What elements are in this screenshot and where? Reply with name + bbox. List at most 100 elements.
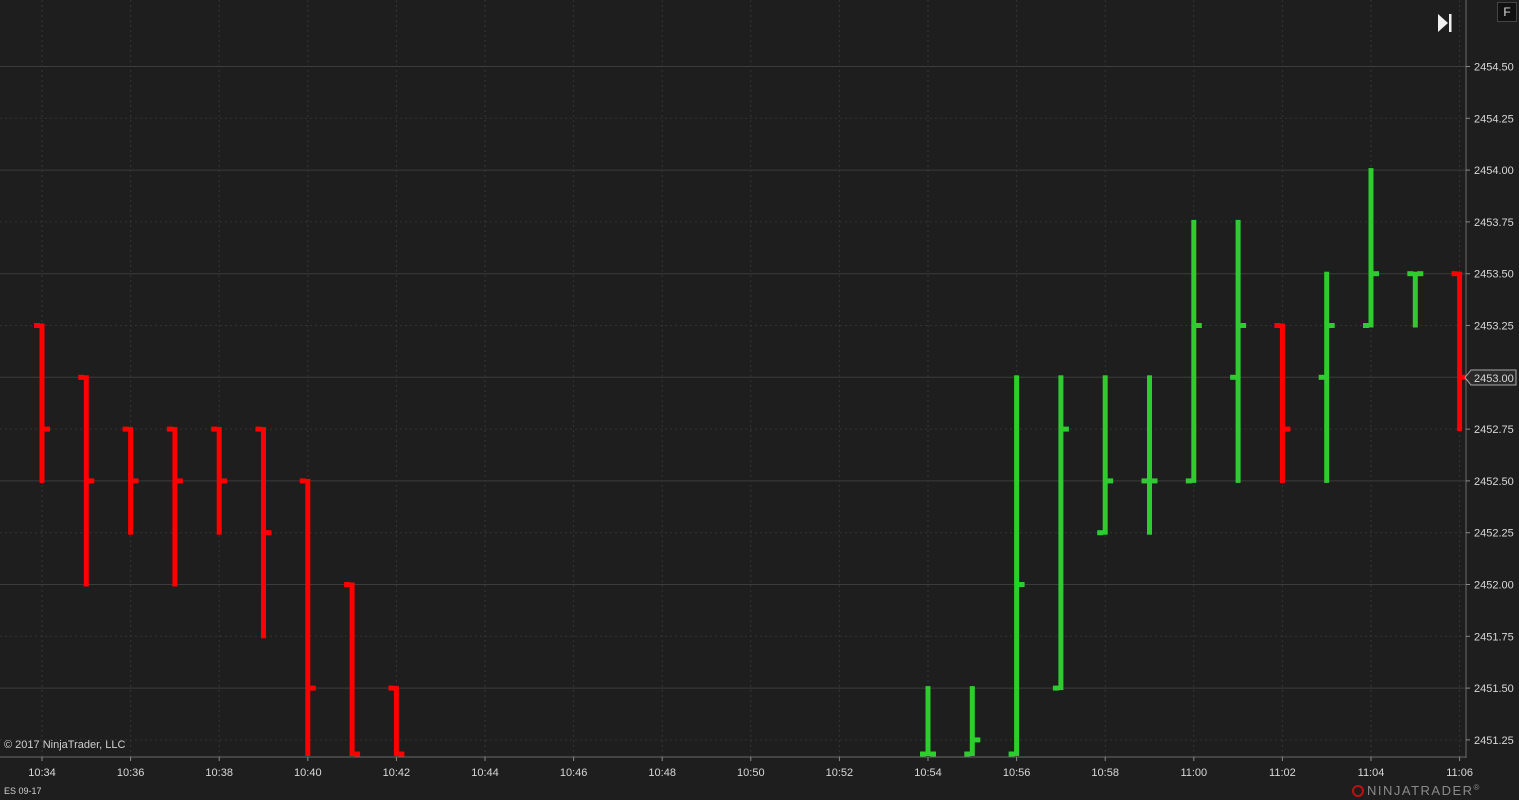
bar-range xyxy=(128,427,134,535)
bar-open-tick xyxy=(1141,478,1148,484)
time-tick-label: 11:02 xyxy=(1269,767,1296,779)
time-tick-label: 10:54 xyxy=(914,767,942,779)
bar-range xyxy=(1279,323,1285,483)
bar-close-tick xyxy=(1151,478,1158,484)
price-tick-label: 2454.25 xyxy=(1474,113,1514,125)
bar-range xyxy=(1324,271,1330,483)
bar-open-tick xyxy=(1318,374,1325,380)
bar-range xyxy=(1368,168,1374,328)
bar-close-tick xyxy=(1107,478,1114,484)
price-axis[interactable]: 2454.50 2454.25 2454.00 2453.75 2453.50 2453.… xyxy=(1466,62,1514,747)
price-tick-label: 2453.25 xyxy=(1474,321,1514,333)
price-bar xyxy=(255,426,272,639)
bar-range xyxy=(39,323,45,483)
time-tick-label: 10:34 xyxy=(28,767,56,779)
bar-close-tick xyxy=(1284,426,1291,432)
price-tick-label: 2452.25 xyxy=(1474,528,1514,540)
price-bar xyxy=(344,582,361,757)
time-tick-label: 10:58 xyxy=(1091,767,1119,779)
price-bar xyxy=(1274,323,1291,483)
scroll-to-end-button[interactable] xyxy=(1436,12,1454,34)
price-bar xyxy=(964,686,981,757)
price-bar xyxy=(1141,375,1158,535)
price-chart[interactable]: 2454.50 2454.25 2454.00 2453.75 2453.50 2453.… xyxy=(0,0,1519,800)
price-bar xyxy=(1008,375,1025,757)
bar-open-tick xyxy=(1008,751,1015,757)
bar-range xyxy=(83,375,89,587)
price-bar xyxy=(299,478,316,756)
bar-close-tick xyxy=(265,530,272,536)
time-tick-label: 10:36 xyxy=(117,767,145,779)
time-tick-label: 10:40 xyxy=(294,767,322,779)
price-tick-label: 2451.25 xyxy=(1474,735,1514,747)
bar-range xyxy=(1457,271,1463,432)
bar-close-tick xyxy=(1240,323,1247,328)
time-tick-label: 11:04 xyxy=(1358,767,1385,779)
bar-close-tick xyxy=(44,426,50,432)
bar-range xyxy=(1147,375,1152,535)
bar-range xyxy=(1412,271,1418,328)
bar-range xyxy=(969,686,975,756)
bar-close-tick xyxy=(1195,323,1202,328)
price-bar xyxy=(1230,219,1247,483)
bar-open-tick xyxy=(1052,685,1059,691)
price-tick-label: 2452.50 xyxy=(1474,476,1514,488)
last-price-label: 2453.00 xyxy=(1474,373,1514,385)
bar-open-tick xyxy=(299,478,306,484)
copyright-text: © 2017 NinjaTrader, LLC xyxy=(4,739,126,751)
bar-range xyxy=(305,478,311,756)
price-tick-label: 2453.50 xyxy=(1474,269,1514,281)
price-tick-label: 2453.75 xyxy=(1474,217,1514,229)
bar-range xyxy=(216,427,222,535)
time-tick-label: 10:46 xyxy=(560,767,588,779)
bar-open-tick xyxy=(1407,271,1414,277)
instrument-label: ES 09-17 xyxy=(4,786,42,796)
skip-to-end-icon xyxy=(1438,14,1452,32)
bar-range xyxy=(393,686,399,756)
bar-close-tick xyxy=(132,478,139,484)
chart-axes xyxy=(0,0,1467,758)
bar-close-tick xyxy=(974,737,981,743)
price-bar xyxy=(1451,271,1468,432)
bar-open-tick xyxy=(255,426,262,432)
price-bar xyxy=(920,686,936,757)
chart-grid xyxy=(0,0,1466,757)
price-bar xyxy=(1407,271,1424,328)
bar-range xyxy=(1235,219,1241,483)
bar-open-tick xyxy=(1363,323,1369,328)
price-tick-label: 2452.75 xyxy=(1474,424,1514,436)
bar-close-tick xyxy=(1417,271,1424,277)
bar-close-tick xyxy=(309,685,316,691)
time-tick-label: 10:56 xyxy=(1003,767,1031,779)
price-bar xyxy=(1097,375,1114,536)
bar-close-tick xyxy=(1018,582,1025,587)
bar-range xyxy=(349,582,355,756)
time-tick-label: 10:48 xyxy=(648,767,676,779)
bar-open-tick xyxy=(166,426,173,432)
price-bar xyxy=(34,323,50,483)
bar-open-tick xyxy=(34,323,40,328)
time-tick-label: 10:50 xyxy=(737,767,765,779)
bar-range xyxy=(925,686,931,756)
brand-name: NINJATRADER xyxy=(1367,783,1474,798)
time-tick-label: 10:44 xyxy=(471,767,499,779)
price-tick-label: 2451.75 xyxy=(1474,631,1514,643)
bar-open-tick xyxy=(964,751,971,757)
bar-open-tick xyxy=(211,426,218,432)
bar-open-tick xyxy=(1274,323,1281,328)
time-axis[interactable]: 10:34 10:36 10:38 10:40 10:42 10:44 10:46 10:48… xyxy=(28,757,1473,779)
time-tick-label: 10:38 xyxy=(205,767,233,779)
bar-range xyxy=(1102,375,1108,535)
time-tick-label: 11:06 xyxy=(1446,767,1473,779)
bar-open-tick xyxy=(78,374,85,380)
bar-open-tick xyxy=(388,685,395,691)
bar-open-tick xyxy=(1451,271,1458,277)
ninjatrader-logo: NINJATRADER® xyxy=(1352,783,1481,798)
time-tick-label: 11:00 xyxy=(1180,767,1207,779)
bar-open-tick xyxy=(1097,530,1104,536)
bar-range xyxy=(1191,219,1197,483)
bar-close-tick xyxy=(1373,271,1379,277)
time-tick-label: 10:42 xyxy=(383,767,411,779)
bar-close-tick xyxy=(221,478,228,484)
f-button[interactable]: F xyxy=(1497,2,1517,22)
